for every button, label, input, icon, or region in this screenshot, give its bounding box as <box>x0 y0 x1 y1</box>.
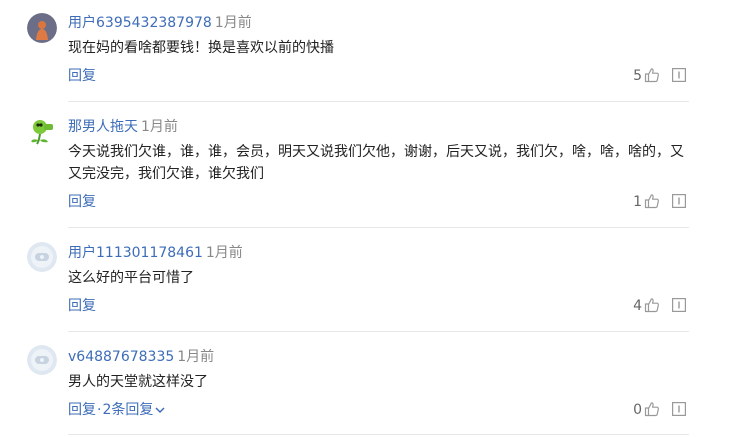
avatar[interactable] <box>27 116 57 146</box>
report-icon[interactable] <box>672 194 686 208</box>
username[interactable]: v64887678335 <box>68 349 174 365</box>
reply-button[interactable]: 回复 <box>68 194 96 210</box>
comment-time: 1月前 <box>214 15 252 31</box>
thumbs-up-icon[interactable] <box>644 67 660 83</box>
avatar[interactable] <box>27 13 57 43</box>
comment-meta: 用户111301178461 1月前 <box>68 245 243 261</box>
username[interactable]: 用户6395432387978 <box>68 15 212 31</box>
report-icon[interactable] <box>672 298 686 312</box>
divider <box>68 227 689 228</box>
divider <box>68 434 689 435</box>
default-user-avatar-icon <box>27 345 57 375</box>
comment-text: 今天说我们欠谁，谁，谁，会员，明天又说我们欠他，谢谢，后天又说，我们欠，啥，啥，… <box>68 144 684 182</box>
report-icon[interactable] <box>672 68 686 82</box>
avatar[interactable] <box>27 345 57 375</box>
comment-meta: 用户6395432387978 1月前 <box>68 15 252 31</box>
like-count: 0 <box>633 402 642 418</box>
view-replies-button[interactable]: 2条回复 <box>102 402 153 418</box>
comment-time: 1月前 <box>205 245 243 261</box>
like-count: 1 <box>633 194 642 210</box>
comment-tools: 1 <box>628 193 690 211</box>
comment-time: 1月前 <box>141 119 178 135</box>
comment-actions: 回复 <box>68 68 96 84</box>
comment-list: 用户6395432387978 1月前 现在妈的看啥都要钱！换是喜欢以前的快播 回… <box>0 0 739 437</box>
separator-dot: · <box>97 402 102 418</box>
comment-text: 男人的天堂就这样没了 <box>68 374 208 390</box>
comment-tools: 4 <box>628 297 690 315</box>
comment-text: 现在妈的看啥都要钱！换是喜欢以前的快播 <box>68 40 334 56</box>
orange-figure-avatar-icon <box>27 13 57 43</box>
reply-button[interactable]: 回复 <box>68 68 96 84</box>
comment-actions: 回复·2条回复 <box>68 402 165 418</box>
comment-actions: 回复 <box>68 194 96 210</box>
divider <box>68 101 689 102</box>
username[interactable]: 用户111301178461 <box>68 245 203 261</box>
like-count: 5 <box>633 68 642 84</box>
reply-button[interactable]: 回复 <box>68 298 96 314</box>
comment-tools: 0 <box>628 401 690 419</box>
comment-time: 1月前 <box>177 349 215 365</box>
comment-tools: 5 <box>628 67 690 85</box>
username[interactable]: 那男人拖天 <box>68 119 138 135</box>
default-user-avatar-icon <box>27 242 57 272</box>
comment-meta: 那男人拖天 1月前 <box>68 119 178 135</box>
chevron-down-icon[interactable] <box>155 406 165 414</box>
like-count: 4 <box>633 298 642 314</box>
comment-text: 这么好的平台可惜了 <box>68 270 194 286</box>
divider <box>68 331 689 332</box>
thumbs-up-icon[interactable] <box>644 401 660 417</box>
thumbs-up-icon[interactable] <box>644 193 660 209</box>
comment-meta: v64887678335 1月前 <box>68 349 214 365</box>
report-icon[interactable] <box>672 402 686 416</box>
comment-actions: 回复 <box>68 298 96 314</box>
avatar[interactable] <box>27 242 57 272</box>
peashooter-avatar-icon <box>27 116 57 146</box>
reply-button[interactable]: 回复 <box>68 402 96 418</box>
thumbs-up-icon[interactable] <box>644 297 660 313</box>
